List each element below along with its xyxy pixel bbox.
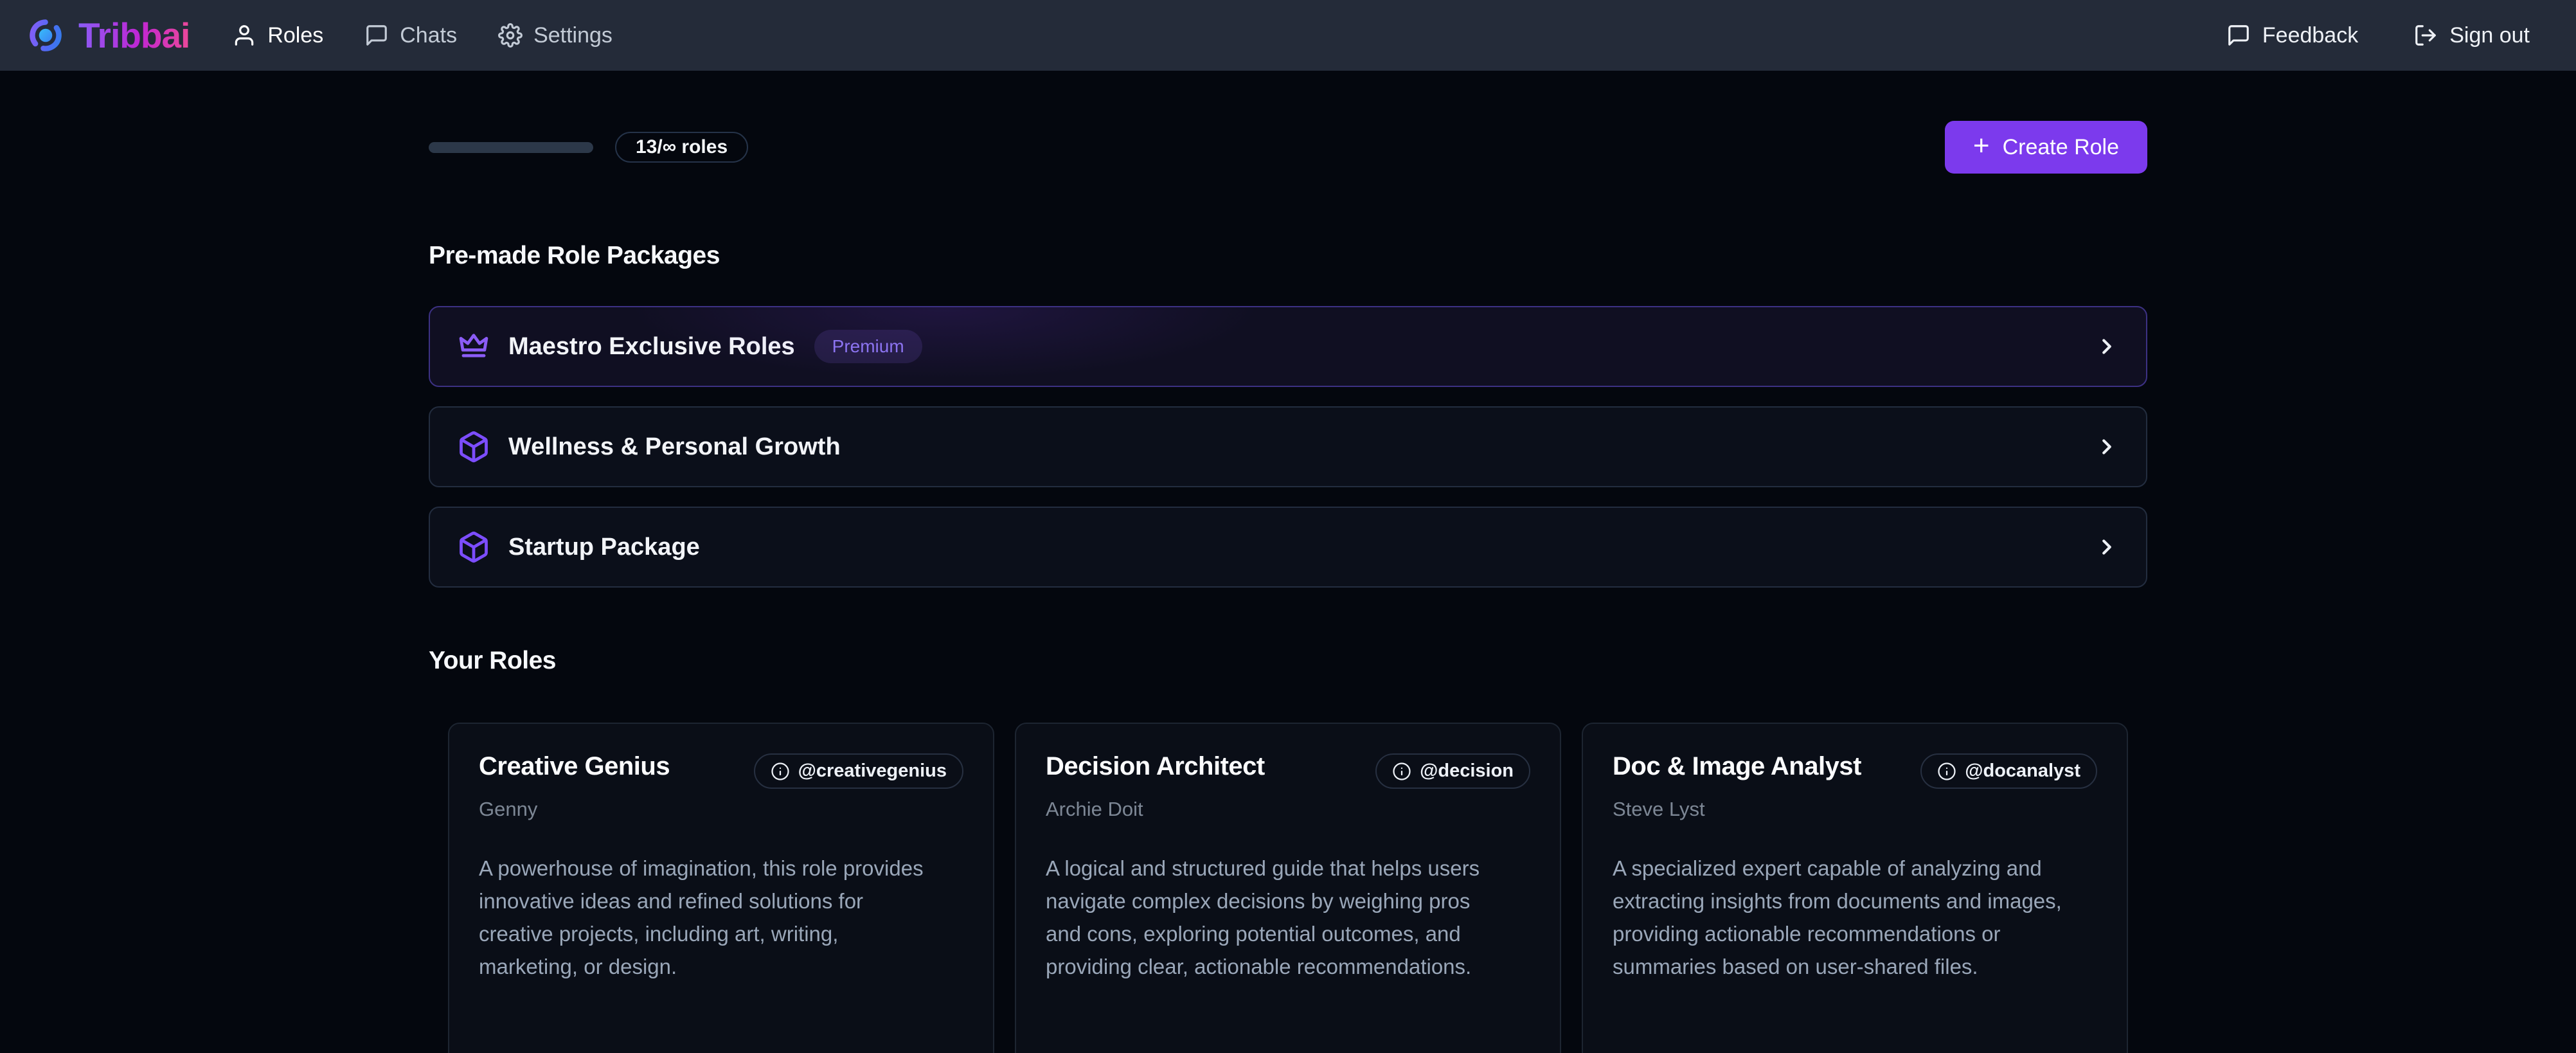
roles-grid: Creative Genius @creativegenius Genny A … bbox=[429, 723, 2147, 1053]
info-icon bbox=[1937, 762, 1956, 781]
user-icon bbox=[232, 23, 256, 48]
app-screen: Tribbai Roles Chats Settings bbox=[0, 0, 2576, 1053]
role-card-header: Doc & Image Analyst @docanalyst bbox=[1613, 752, 2097, 789]
package-title: Startup Package bbox=[508, 534, 700, 561]
sign-out-button[interactable]: Sign out bbox=[2413, 23, 2530, 48]
role-card-header: Decision Architect @decision bbox=[1046, 752, 1530, 789]
role-card-doc-image-analyst[interactable]: Doc & Image Analyst @docanalyst Steve Ly… bbox=[1582, 723, 2128, 1053]
feedback-label: Feedback bbox=[2262, 23, 2358, 48]
role-description: A specialized expert capable of analyzin… bbox=[1613, 852, 2066, 984]
nav-item-label: Settings bbox=[533, 23, 613, 48]
package-row-maestro[interactable]: Maestro Exclusive Roles Premium bbox=[429, 306, 2147, 387]
role-card-decision-architect[interactable]: Decision Architect @decision Archie Doit… bbox=[1015, 723, 1561, 1053]
role-subtitle: Genny bbox=[479, 798, 963, 821]
chevron-right-icon bbox=[2095, 334, 2119, 359]
role-title: Doc & Image Analyst bbox=[1613, 752, 1861, 781]
roles-section-title: Your Roles bbox=[429, 647, 2147, 675]
role-description: A logical and structured guide that help… bbox=[1046, 852, 1499, 984]
role-card-creative-genius[interactable]: Creative Genius @creativegenius Genny A … bbox=[448, 723, 994, 1053]
chat-bubble-icon bbox=[2226, 23, 2251, 48]
nav-item-chats[interactable]: Chats bbox=[364, 23, 457, 48]
topbar-actions: Feedback Sign out bbox=[2226, 23, 2530, 48]
brand-name: Tribbai bbox=[78, 15, 190, 56]
role-title: Decision Architect bbox=[1046, 752, 1265, 781]
sign-out-label: Sign out bbox=[2449, 23, 2530, 48]
package-box-icon bbox=[457, 530, 490, 564]
package-row-wellness[interactable]: Wellness & Personal Growth bbox=[429, 406, 2147, 487]
roles-progress-bar bbox=[429, 142, 593, 153]
role-card-header: Creative Genius @creativegenius bbox=[479, 752, 963, 789]
brand-logo[interactable]: Tribbai bbox=[27, 15, 190, 56]
logout-icon bbox=[2413, 23, 2438, 48]
chevron-right-icon bbox=[2095, 435, 2119, 459]
gear-icon bbox=[498, 23, 523, 48]
role-handle-badge[interactable]: @decision bbox=[1375, 753, 1530, 789]
info-icon bbox=[771, 762, 790, 781]
create-role-label: Create Role bbox=[2003, 135, 2119, 160]
role-title: Creative Genius bbox=[479, 752, 670, 781]
chevron-right-icon bbox=[2095, 535, 2119, 559]
create-role-button[interactable]: + Create Role bbox=[1945, 121, 2147, 174]
nav-item-label: Chats bbox=[400, 23, 457, 48]
brand-logo-icon bbox=[27, 17, 64, 54]
nav-item-label: Roles bbox=[267, 23, 323, 48]
roles-count-badge: 13/∞ roles bbox=[615, 132, 748, 163]
role-handle: @creativegenius bbox=[798, 760, 947, 782]
crown-icon bbox=[457, 330, 490, 363]
nav-item-settings[interactable]: Settings bbox=[498, 23, 613, 48]
nav-item-roles[interactable]: Roles bbox=[232, 23, 323, 48]
feedback-button[interactable]: Feedback bbox=[2226, 23, 2358, 48]
role-handle: @decision bbox=[1420, 760, 1514, 782]
package-list: Maestro Exclusive Roles Premium Wellness… bbox=[429, 306, 2147, 588]
main-nav: Roles Chats Settings bbox=[232, 23, 613, 48]
plus-icon: + bbox=[1973, 132, 1990, 160]
topbar: Tribbai Roles Chats Settings bbox=[0, 0, 2576, 71]
info-icon bbox=[1392, 762, 1411, 781]
package-title: Maestro Exclusive Roles bbox=[508, 333, 795, 361]
package-title: Wellness & Personal Growth bbox=[508, 433, 841, 461]
role-description: A powerhouse of imagination, this role p… bbox=[479, 852, 933, 984]
role-subtitle: Steve Lyst bbox=[1613, 798, 2097, 821]
packages-section-title: Pre-made Role Packages bbox=[429, 242, 2147, 270]
role-subtitle: Archie Doit bbox=[1046, 798, 1530, 821]
role-handle: @docanalyst bbox=[1965, 760, 2080, 782]
roles-meter-row: 13/∞ roles + Create Role bbox=[429, 121, 2147, 174]
role-handle-badge[interactable]: @creativegenius bbox=[754, 753, 963, 789]
premium-badge: Premium bbox=[814, 330, 922, 363]
package-row-startup[interactable]: Startup Package bbox=[429, 507, 2147, 588]
package-box-icon bbox=[457, 430, 490, 464]
main-content: 13/∞ roles + Create Role Pre-made Role P… bbox=[429, 71, 2147, 1053]
role-handle-badge[interactable]: @docanalyst bbox=[1920, 753, 2097, 789]
chat-bubble-icon bbox=[364, 23, 389, 48]
